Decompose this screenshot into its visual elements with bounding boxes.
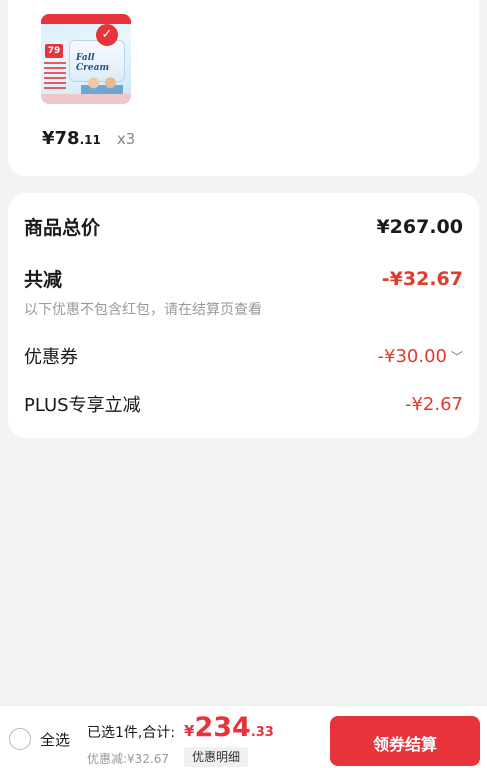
check-icon: ✓	[96, 24, 118, 46]
plus-discount-value: -¥2.67	[404, 393, 463, 415]
thumb-bottom-banner	[41, 94, 131, 104]
select-all-radio[interactable]	[9, 728, 31, 750]
total-price-label: 商品总价	[24, 217, 101, 239]
total-reduce-value: -¥32.67	[381, 267, 463, 290]
total-reduce-row: 共减 -¥32.67	[24, 265, 463, 292]
discount-note: 以下优惠不包含红包，请在结算页查看	[24, 302, 262, 318]
coupon-row[interactable]: 优惠券 -¥30.00 ﹀	[24, 343, 463, 369]
product-price-row: ¥ 78 .11 x3	[42, 128, 135, 149]
order-total-decimal: .33	[250, 725, 274, 740]
coupon-value: -¥30.00	[377, 345, 447, 367]
product-thumbnail-image[interactable]: 79 Fall Cream ✓	[41, 14, 131, 104]
coupon-label: 优惠券	[24, 347, 78, 368]
product-card: 79 Fall Cream ✓ ¥ 78 .11 x3	[8, 0, 479, 176]
selected-count-text: 已选1件,合计:	[87, 725, 176, 741]
coupon-value-wrap[interactable]: -¥30.00 ﹀	[378, 346, 464, 367]
price-currency: ¥	[42, 128, 55, 149]
thumb-brand-label: Fall Cream	[76, 53, 109, 73]
order-total-currency: ¥	[184, 722, 195, 740]
select-all-label[interactable]: 全选	[40, 729, 70, 750]
plus-discount-row: PLUS专享立减 -¥2.67	[24, 391, 463, 417]
price-summary-card: 商品总价 ¥267.00 共减 -¥32.67 以下优惠不包含红包，请在结算页查…	[8, 193, 479, 438]
price-integer: 78	[54, 128, 80, 149]
product-quantity: x3	[116, 130, 136, 148]
total-price-value: ¥267.00	[376, 215, 463, 238]
thumb-promo-text	[44, 62, 66, 90]
thumb-people-image	[81, 74, 123, 96]
order-total-integer: 234	[194, 712, 251, 743]
thumb-top-banner	[41, 14, 131, 24]
discount-detail-button[interactable]: 优惠明细	[184, 747, 249, 767]
plus-discount-label: PLUS专享立减	[24, 395, 141, 416]
order-total: ¥ 234 .33	[184, 712, 274, 743]
discount-summary-text: 优惠减:¥32.67	[87, 752, 170, 766]
price-decimal: .11	[79, 133, 101, 147]
total-reduce-label: 共减	[24, 269, 63, 291]
checkout-button[interactable]: 领券结算	[330, 716, 480, 766]
total-price-row: 商品总价 ¥267.00	[24, 213, 463, 240]
chevron-down-icon[interactable]: ﹀	[451, 348, 463, 365]
thumb-price-badge: 79	[45, 44, 63, 58]
checkout-bar: 全选 已选1件,合计: ¥ 234 .33 优惠减:¥32.67 优惠明细 领券…	[0, 705, 487, 768]
